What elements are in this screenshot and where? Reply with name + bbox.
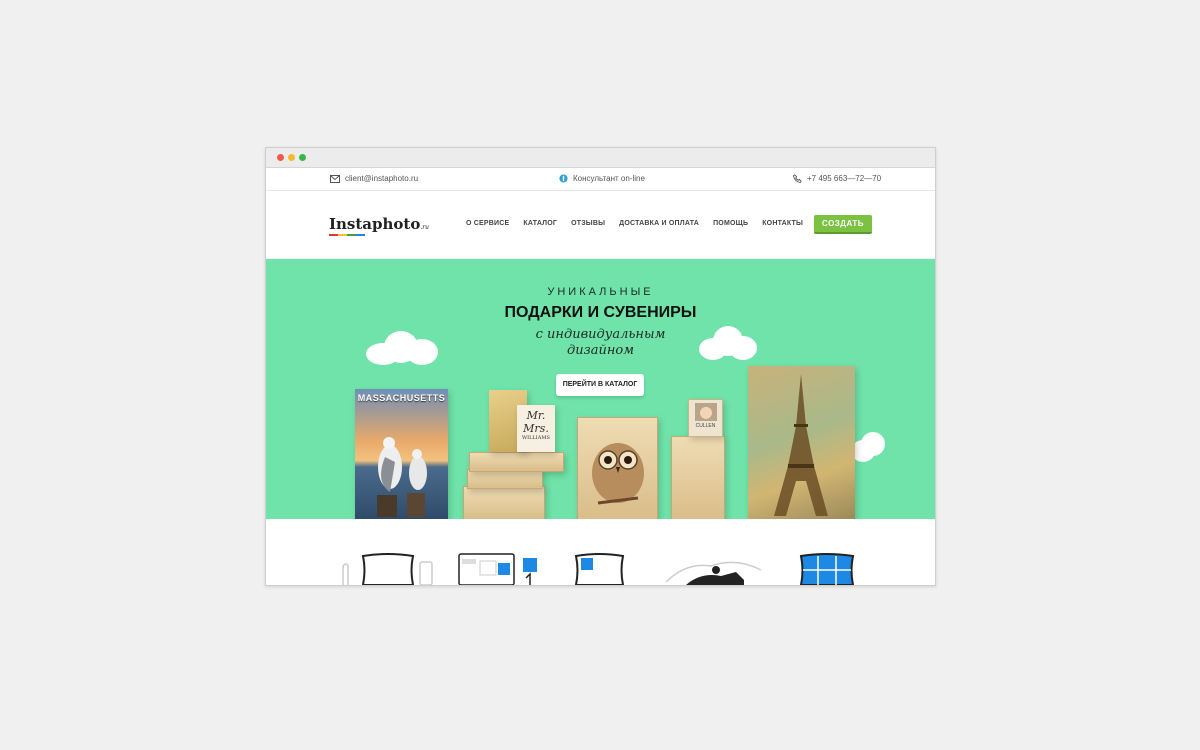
owl-illustration (592, 443, 644, 505)
menu-item-catalog[interactable]: КАТАЛОГ (523, 220, 557, 227)
browser-window: client@instaphoto.ru Консультант on-line… (265, 147, 936, 586)
logo-text: Instaphoto (329, 215, 421, 233)
menu-item-delivery[interactable]: ДОСТАВКА И ОПЛАТА (619, 220, 699, 227)
catalog-button[interactable]: ПЕРЕЙТИ В КАТАЛОГ (556, 374, 644, 396)
baby-photo-block[interactable]: CULLEN (688, 399, 723, 437)
menu-item-reviews[interactable]: ОТЗЫВЫ (571, 220, 605, 227)
wooden-pedestal[interactable] (671, 436, 725, 519)
block-cullen: CULLEN (695, 423, 716, 429)
create-button[interactable]: СОЗДАТЬ (814, 215, 872, 234)
maximize-dot[interactable] (299, 154, 306, 161)
main-header: Instaphoto.ru О СЕРВИСЕ КАТАЛОГ ОТЗЫВЫ Д… (266, 191, 935, 259)
cloud-left (366, 329, 441, 369)
main-menu: О СЕРВИСЕ КАТАЛОГ ОТЗЫВЫ ДОСТАВКА И ОПЛА… (466, 220, 803, 227)
phone-link[interactable]: +7 495 663—72—70 (793, 174, 881, 183)
pillow-heart-icon (574, 553, 625, 585)
collage-pillow-icon (799, 553, 855, 585)
eiffel-canvas[interactable] (748, 366, 855, 519)
hero-banner: УНИКАЛЬНЫЕ ПОДАРКИ И СУВЕНИРЫ с индивиду… (266, 259, 935, 519)
owl-wood-print[interactable] (577, 417, 658, 519)
block-williams: WILLIAMS (522, 435, 550, 441)
phone-text: +7 495 663—72—70 (807, 174, 882, 183)
hero-line-2: ПОДАРКИ И СУВЕНИРЫ (504, 304, 697, 321)
email-link[interactable]: client@instaphoto.ru (330, 174, 418, 183)
hero-line-1: УНИКАЛЬНЫЕ (547, 286, 654, 298)
consultant-link[interactable]: Консультант on-line (559, 174, 645, 183)
delivery-map-icon (666, 561, 762, 585)
logo-suffix: .ru (420, 224, 429, 231)
menu-item-about[interactable]: О СЕРВИСЕ (466, 220, 509, 227)
close-dot[interactable] (277, 154, 284, 161)
wooden-box-middle[interactable] (467, 469, 543, 489)
poster-title: MASSACHUSETTS (357, 393, 446, 403)
cloud-far-right (851, 432, 885, 472)
envelope-icon (330, 174, 340, 183)
contact-bar: client@instaphoto.ru Консультант on-line… (266, 168, 935, 191)
block-mr: Mr. (526, 409, 546, 422)
consultant-text: Консультант on-line (573, 174, 645, 183)
wooden-box-top[interactable] (469, 452, 564, 472)
consultant-icon (559, 174, 568, 183)
features-strip (266, 519, 935, 585)
menu-item-contacts[interactable]: КОНТАКТЫ (762, 220, 803, 227)
minimize-dot[interactable] (288, 154, 295, 161)
seagull-poster[interactable]: MASSACHUSETTS (355, 389, 448, 519)
eiffel-illustration (774, 374, 828, 516)
baby-photo (694, 403, 717, 421)
pillow-step-icon (342, 553, 433, 585)
email-text: client@instaphoto.ru (345, 174, 419, 183)
phone-icon (793, 174, 802, 183)
wooden-box-bottom[interactable] (463, 486, 545, 519)
block-mrs: Mrs. (523, 422, 549, 435)
seagull-illustration (377, 437, 427, 517)
editor-step-icon (458, 553, 537, 585)
cloud-right (699, 326, 759, 366)
menu-item-help[interactable]: ПОМОЩЬ (713, 220, 748, 227)
logo-stripe (329, 234, 365, 236)
site-logo[interactable]: Instaphoto.ru (329, 215, 429, 236)
mr-mrs-block[interactable]: Mr. Mrs. WILLIAMS (517, 405, 555, 452)
window-chrome (266, 148, 935, 168)
